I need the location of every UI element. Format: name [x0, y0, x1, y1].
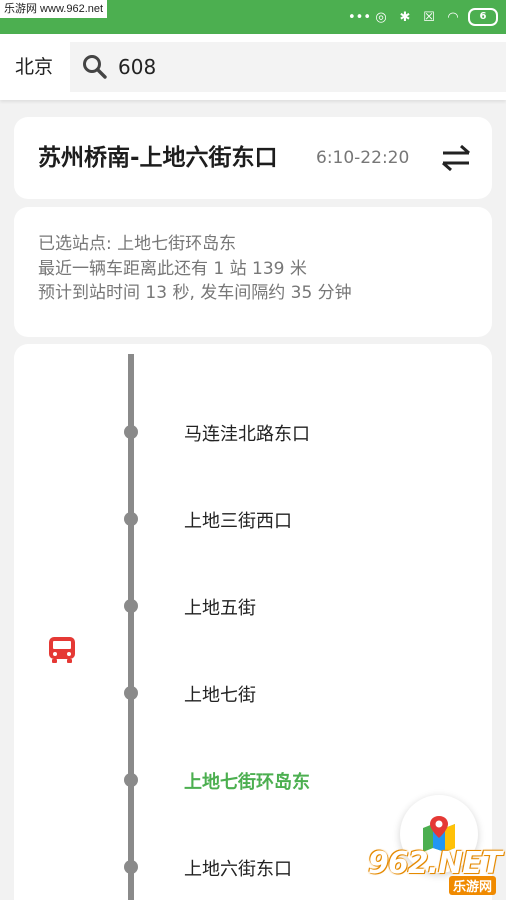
stop-item-selected[interactable]: 上地七街环岛东 — [184, 768, 310, 794]
selected-stop-text: 已选站点: 上地七街环岛东 — [38, 234, 237, 254]
swap-direction-icon[interactable] — [440, 144, 472, 172]
stop-item[interactable]: 上地三街西口 — [184, 507, 292, 533]
eta-text: 预计到站时间 13 秒, 发车间隔约 35 分钟 — [38, 283, 352, 303]
route-card: 苏州桥南-上地六街东口 6:10-22:20 — [14, 117, 492, 199]
wifi-icon: ◠ — [447, 9, 459, 25]
site-logo-subtext: 乐游网 — [448, 876, 496, 895]
stop-dot — [124, 686, 138, 700]
route-hours: 6:10-22:20 — [316, 148, 410, 168]
stop-dot — [124, 860, 138, 874]
more-dots-icon: ••• — [348, 9, 372, 25]
stop-dot — [124, 512, 138, 526]
status-icons: ••• ◎ ✱ ☒ ◠ 6 — [348, 6, 498, 28]
site-logo-watermark: 962.NET 乐游网 — [368, 846, 502, 896]
battery-icon: 6 — [468, 8, 498, 26]
stop-item[interactable]: 马连洼北路东口 — [184, 420, 310, 446]
bus-icon — [49, 637, 75, 663]
sim-icon: ☒ — [423, 9, 435, 25]
arrival-info-card: 已选站点: 上地七街环岛东 最近一辆车距离此还有 1 站 139 米 预计到站时… — [14, 207, 492, 337]
stop-dot — [124, 425, 138, 439]
stop-item[interactable]: 上地七街 — [184, 681, 256, 707]
hotspot-icon: ◎ — [375, 9, 387, 25]
bluetooth-icon: ✱ — [399, 9, 411, 25]
status-bar: 乐游网 www.962.net ••• ◎ ✱ ☒ ◠ 6 — [0, 0, 506, 34]
route-title: 苏州桥南-上地六街东口 — [38, 145, 278, 171]
city-selector[interactable]: 北京 — [0, 34, 68, 100]
stop-dot — [124, 599, 138, 613]
stop-item[interactable]: 上地六街东口 — [184, 855, 292, 881]
site-watermark: 乐游网 www.962.net — [0, 0, 108, 18]
search-icon — [83, 55, 107, 79]
search-query[interactable]: 608 — [118, 42, 156, 92]
stop-dot — [124, 773, 138, 787]
nearest-bus-text: 最近一辆车距离此还有 1 站 139 米 — [38, 259, 307, 279]
stop-item[interactable]: 上地五街 — [184, 594, 256, 620]
search-input[interactable]: 608 — [70, 42, 506, 92]
search-bar: 北京 608 — [0, 34, 506, 100]
